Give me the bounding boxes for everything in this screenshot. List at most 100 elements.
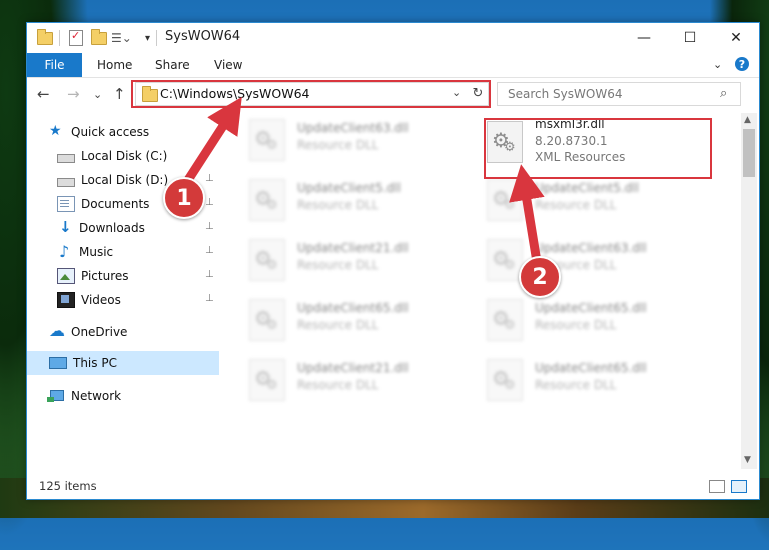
tab-view[interactable]: View xyxy=(214,53,242,77)
file-name: UpdateClient63.dll xyxy=(535,241,647,255)
step-1-badge: 1 xyxy=(163,177,205,219)
file-highlight-box xyxy=(484,118,712,179)
help-icon[interactable]: ? xyxy=(735,57,749,71)
sidebar-item-music[interactable]: Music xyxy=(57,241,113,263)
tab-file[interactable]: File xyxy=(27,53,82,77)
list-item[interactable]: UpdateClient5.dll Resource DLL xyxy=(249,177,469,227)
window-title: SysWOW64 xyxy=(165,29,241,44)
disk-icon xyxy=(57,154,75,163)
sidebar-item-local-disk-c[interactable]: Local Disk (C:) xyxy=(57,145,167,167)
list-item[interactable]: UpdateClient21.dll Resource DLL xyxy=(249,357,469,407)
scroll-thumb[interactable] xyxy=(743,129,755,177)
file-name: UpdateClient65.dll xyxy=(297,301,409,315)
sidebar-item-label: Network xyxy=(71,389,122,403)
customize-toolbar-icon[interactable]: ☰⌄ xyxy=(111,29,132,47)
search-icon[interactable]: ⌕ xyxy=(720,86,727,101)
downloads-icon xyxy=(57,218,73,236)
search-box[interactable]: Search SysWOW64 ⌕ xyxy=(497,82,741,106)
sidebar-item-this-pc[interactable]: This PC xyxy=(49,352,117,374)
file-type: Resource DLL xyxy=(297,318,379,332)
dll-file-icon xyxy=(249,179,285,221)
scroll-up-icon[interactable]: ▲ xyxy=(744,115,751,125)
list-item[interactable]: UpdateClient65.dll Resource DLL xyxy=(487,357,707,407)
pin-icon[interactable]: ⊥ xyxy=(205,293,214,304)
sidebar-item-documents[interactable]: Documents xyxy=(57,193,149,215)
scroll-down-icon[interactable]: ▼ xyxy=(744,455,751,465)
file-type: Resource DLL xyxy=(297,258,379,272)
documents-icon xyxy=(57,196,75,212)
sidebar-item-label: Videos xyxy=(81,293,121,307)
sidebar-item-label: OneDrive xyxy=(71,325,128,339)
pin-icon[interactable]: ⊥ xyxy=(205,221,214,232)
file-name: UpdateClient5.dll xyxy=(297,181,401,195)
sidebar-item-label: Quick access xyxy=(71,125,150,139)
file-name: UpdateClient63.dll xyxy=(297,121,409,135)
sidebar-item-videos[interactable]: Videos xyxy=(57,289,121,311)
close-button[interactable]: ✕ xyxy=(713,23,759,53)
tab-home[interactable]: Home xyxy=(97,53,132,77)
explorer-window: ☰⌄ ▾ SysWOW64 — ☐ ✕ File Home Share View… xyxy=(26,22,760,500)
sidebar-item-label: Pictures xyxy=(81,269,129,283)
ribbon-tabs: File Home Share View ⌄ ? xyxy=(27,53,759,78)
file-name: UpdateClient21.dll xyxy=(297,241,409,255)
pictures-icon xyxy=(57,268,75,284)
sidebar-item-label: Music xyxy=(79,245,114,259)
dll-file-icon xyxy=(487,299,523,341)
back-arrow-icon[interactable]: ← xyxy=(37,85,50,103)
list-item[interactable]: UpdateClient5.dll Resource DLL xyxy=(487,177,707,227)
onedrive-icon xyxy=(49,321,65,340)
ribbon-expand-chevron-icon[interactable]: ⌄ xyxy=(713,58,722,71)
minimize-button[interactable]: — xyxy=(621,23,667,53)
dll-file-icon xyxy=(249,299,285,341)
large-icons-view-icon[interactable] xyxy=(731,480,747,493)
navigation-pane: Quick access Local Disk (C:) Local Disk … xyxy=(27,113,221,463)
sidebar-item-downloads[interactable]: Downloads xyxy=(57,217,145,239)
maximize-button[interactable]: ☐ xyxy=(667,23,713,53)
list-item[interactable]: UpdateClient63.dll Resource DLL xyxy=(249,117,469,167)
dll-file-icon xyxy=(249,239,285,281)
quick-access-folder-icon[interactable] xyxy=(37,28,53,47)
pin-icon[interactable]: ⊥ xyxy=(205,173,214,184)
sidebar-item-pictures[interactable]: Pictures xyxy=(57,265,129,287)
list-item[interactable]: UpdateClient21.dll Resource DLL xyxy=(249,237,469,287)
dll-file-icon xyxy=(249,359,285,401)
dll-file-icon xyxy=(487,359,523,401)
new-folder-icon[interactable] xyxy=(91,28,107,47)
file-name: UpdateClient21.dll xyxy=(297,361,409,375)
pin-icon[interactable]: ⊥ xyxy=(205,245,214,256)
sidebar-item-network[interactable]: Network xyxy=(47,385,122,407)
tab-share[interactable]: Share xyxy=(155,53,190,77)
list-item[interactable]: UpdateClient65.dll Resource DLL xyxy=(487,297,707,347)
file-type: Resource DLL xyxy=(535,198,617,212)
quick-access-sep xyxy=(59,29,60,47)
list-item[interactable]: UpdateClient65.dll Resource DLL xyxy=(249,297,469,347)
qat-dropdown-icon[interactable]: ▾ xyxy=(145,29,150,47)
file-name: UpdateClient65.dll xyxy=(535,301,647,315)
sidebar-item-label: This PC xyxy=(73,356,117,370)
vertical-scrollbar[interactable]: ▲ ▼ xyxy=(741,113,757,469)
videos-icon xyxy=(57,292,75,308)
details-view-icon[interactable] xyxy=(709,480,725,493)
forward-arrow-icon[interactable]: → xyxy=(67,85,80,103)
sidebar-item-quick-access[interactable]: Quick access xyxy=(49,121,149,143)
sidebar-item-label: Documents xyxy=(81,197,150,211)
title-sep xyxy=(156,29,157,47)
pin-icon[interactable]: ⊥ xyxy=(205,269,214,280)
title-bar: ☰⌄ ▾ SysWOW64 — ☐ ✕ xyxy=(27,23,759,53)
file-type: Resource DLL xyxy=(535,378,617,392)
dll-file-icon xyxy=(249,119,285,161)
address-highlight-box xyxy=(131,80,491,108)
up-arrow-icon[interactable]: ↑ xyxy=(113,85,126,103)
recent-locations-chevron-icon[interactable]: ⌄ xyxy=(93,88,102,101)
pin-icon[interactable]: ⊥ xyxy=(205,197,214,208)
sidebar-item-local-disk-d[interactable]: Local Disk (D:) xyxy=(57,169,168,191)
sidebar-item-label: Local Disk (D:) xyxy=(81,173,169,187)
step-2-badge: 2 xyxy=(519,256,561,298)
sidebar-item-onedrive[interactable]: OneDrive xyxy=(49,321,127,343)
search-placeholder[interactable]: Search SysWOW64 xyxy=(508,87,622,101)
dll-file-icon xyxy=(487,239,523,281)
status-bar: 125 items xyxy=(27,475,759,497)
network-icon xyxy=(47,389,65,403)
properties-icon[interactable] xyxy=(69,29,83,47)
item-count: 125 items xyxy=(39,479,97,493)
